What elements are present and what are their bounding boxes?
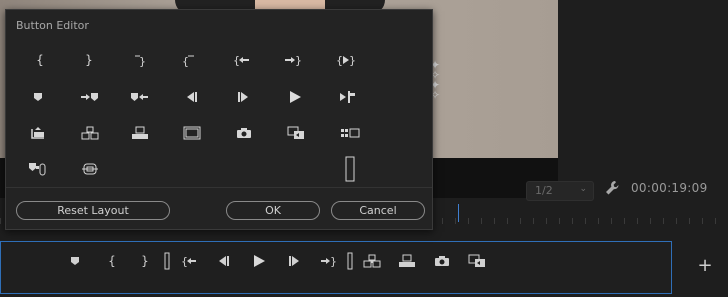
- go-to-in-icon[interactable]: {: [178, 250, 200, 272]
- proxy-icon[interactable]: [24, 157, 52, 181]
- fit-dropdown[interactable]: 1/2 ⌄: [526, 181, 594, 201]
- monitor-controls: 1/2 ⌄ 00:00:19:09: [436, 176, 728, 206]
- play-around-icon[interactable]: [333, 85, 361, 109]
- svg-text:}: }: [349, 54, 356, 66]
- play-icon[interactable]: [248, 250, 270, 272]
- svg-text:{: {: [181, 255, 188, 267]
- ok-button[interactable]: OK: [226, 201, 320, 220]
- spacer-icon[interactable]: [336, 155, 364, 183]
- add-marker-icon[interactable]: [24, 85, 52, 109]
- overwrite-icon[interactable]: [126, 121, 154, 145]
- spacer-icon[interactable]: [156, 250, 178, 272]
- mark-in-icon[interactable]: {: [101, 250, 123, 272]
- button-editor-dialog: Button Editor { } } { { } {} Reset Layou…: [5, 9, 433, 230]
- step-back-icon[interactable]: [178, 85, 206, 109]
- export-frame-icon[interactable]: [230, 121, 258, 145]
- chevron-down-icon: ⌄: [579, 184, 587, 194]
- dialog-title: Button Editor: [16, 19, 89, 32]
- playhead[interactable]: [458, 204, 459, 222]
- insert-icon[interactable]: [361, 250, 383, 272]
- svg-text:}: }: [295, 54, 302, 66]
- wrench-icon[interactable]: [604, 179, 620, 197]
- add-button-plus-icon[interactable]: +: [697, 257, 713, 275]
- clear-out-icon[interactable]: {: [175, 48, 203, 72]
- step-forward-icon[interactable]: [283, 250, 305, 272]
- cancel-button[interactable]: Cancel: [331, 201, 425, 220]
- svg-text:}: }: [139, 55, 146, 67]
- go-to-out-icon[interactable]: }: [317, 250, 339, 272]
- svg-text:{: {: [182, 55, 189, 67]
- svg-text:}: }: [330, 255, 336, 267]
- dialog-divider: [6, 187, 432, 188]
- go-to-out-icon[interactable]: }: [279, 48, 307, 72]
- trim-monitor-icon[interactable]: [466, 250, 488, 272]
- vr-video-icon[interactable]: [76, 157, 104, 181]
- step-back-icon[interactable]: [213, 250, 235, 272]
- transport-controls: { } { }: [0, 241, 672, 294]
- spacer-icon[interactable]: [339, 250, 361, 272]
- reset-layout-button[interactable]: Reset Layout: [16, 201, 170, 220]
- svg-text:{: {: [336, 54, 343, 66]
- play-in-to-out-icon[interactable]: {}: [332, 48, 360, 72]
- trim-monitor-icon[interactable]: [282, 121, 310, 145]
- add-marker-icon[interactable]: [64, 250, 86, 272]
- go-to-previous-marker-icon[interactable]: [126, 85, 154, 109]
- lift-icon[interactable]: [24, 121, 52, 145]
- export-frame-icon[interactable]: [431, 250, 453, 272]
- play-icon[interactable]: [281, 85, 309, 109]
- step-forward-icon[interactable]: [229, 85, 257, 109]
- mark-out-icon[interactable]: }: [134, 250, 156, 272]
- clear-in-icon[interactable]: }: [126, 48, 154, 72]
- fit-dropdown-value: 1/2: [535, 184, 553, 197]
- multi-camera-icon[interactable]: [336, 121, 364, 145]
- mark-in-icon[interactable]: {: [26, 48, 54, 72]
- insert-icon[interactable]: [76, 121, 104, 145]
- overwrite-icon[interactable]: [396, 250, 418, 272]
- safe-margins-icon[interactable]: [178, 121, 206, 145]
- svg-text:{: {: [233, 54, 240, 66]
- mark-out-icon[interactable]: }: [75, 48, 103, 72]
- go-to-next-marker-icon[interactable]: [76, 85, 104, 109]
- go-to-in-icon[interactable]: {: [228, 48, 256, 72]
- playhead-timecode[interactable]: 00:00:19:09: [631, 181, 708, 195]
